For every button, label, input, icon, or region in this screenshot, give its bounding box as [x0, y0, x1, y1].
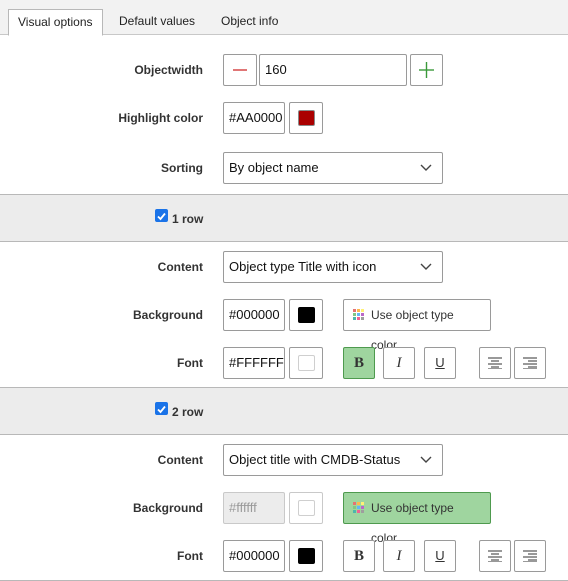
row-2-content-label: Content: [157, 453, 203, 467]
row-2-background-label: Background: [132, 501, 203, 515]
align-right-icon: [523, 550, 537, 563]
row-1-use-object-type-color-label: Use object type color: [371, 308, 454, 352]
row-2-content-value: Object title with CMDB-Status: [229, 452, 401, 467]
color-grid-icon: [353, 502, 364, 513]
row-2-align-right-button[interactable]: [514, 540, 546, 572]
row-1-font-swatch: [298, 355, 315, 371]
color-grid-icon: [353, 309, 364, 320]
row-2-font-swatch: [298, 548, 315, 564]
row-2-bold-button[interactable]: B: [343, 540, 375, 572]
row-1-content-label: Content: [157, 260, 203, 274]
row-1-background-input[interactable]: #000000: [223, 299, 285, 331]
row-2-underline-button[interactable]: U: [424, 540, 456, 572]
checkmark-icon: [157, 405, 166, 414]
row-2-font-color-picker[interactable]: [289, 540, 323, 572]
highlight-color-swatch: [298, 110, 315, 126]
row-1-checkbox[interactable]: [155, 209, 168, 222]
row-1-align-right-button[interactable]: [514, 347, 546, 379]
row-2-background-picker: [289, 492, 323, 524]
row-1-label: 1 row: [172, 212, 204, 226]
row-2-background-swatch: [298, 500, 315, 516]
checkmark-icon: [157, 212, 166, 221]
row-1-align-center-button[interactable]: [479, 347, 511, 379]
chevron-down-icon: [420, 263, 432, 270]
sorting-select[interactable]: By object name: [223, 152, 443, 184]
row-1-font-label: Font: [177, 356, 203, 370]
objectwidth-input[interactable]: 160: [259, 54, 407, 86]
objectwidth-label: Objectwidth: [134, 63, 203, 77]
row-2-font-input[interactable]: #000000: [223, 540, 285, 572]
align-center-icon: [488, 357, 502, 370]
tab-default-values[interactable]: Default values: [110, 9, 204, 35]
plus-icon: [419, 62, 434, 78]
row-1-font-input[interactable]: #FFFFFF: [223, 347, 285, 379]
highlight-color-input[interactable]: #AA0000: [223, 102, 285, 134]
row-1-background-label: Background: [132, 308, 203, 322]
tab-bar: Visual options Default values Object inf…: [0, 0, 568, 36]
row-2-align-center-button[interactable]: [479, 540, 511, 572]
row-2-checkbox[interactable]: [155, 402, 168, 415]
row-1-use-object-type-color-button[interactable]: Use object type color: [343, 299, 491, 352]
tab-visual-options[interactable]: Visual options: [8, 9, 103, 36]
row-2-use-object-type-color-button[interactable]: Use object type color: [343, 492, 491, 545]
sorting-label: Sorting: [161, 161, 203, 175]
highlight-color-picker[interactable]: [289, 102, 323, 134]
minus-icon: [233, 69, 247, 71]
row-1-bold-button[interactable]: B: [343, 347, 375, 379]
increase-width-button[interactable]: [410, 54, 443, 86]
row-1-content-select[interactable]: Object type Title with icon: [223, 251, 443, 283]
tab-object-info[interactable]: Object info: [212, 9, 287, 35]
highlight-color-label: Highlight color: [118, 111, 203, 125]
align-center-icon: [488, 550, 502, 563]
align-right-icon: [523, 357, 537, 370]
section-row-1: 1 row: [0, 194, 568, 242]
decrease-width-button[interactable]: [223, 54, 257, 86]
row-1-content-value: Object type Title with icon: [229, 259, 377, 274]
row-2-label: 2 row: [172, 405, 204, 419]
row-1-background-swatch: [298, 307, 315, 323]
section-row-2: 2 row: [0, 387, 568, 435]
chevron-down-icon: [420, 456, 432, 463]
row-2-font-label: Font: [177, 549, 203, 563]
row-1-underline-button[interactable]: U: [424, 347, 456, 379]
row-1-font-color-picker[interactable]: [289, 347, 323, 379]
row-2-use-object-type-color-label: Use object type color: [371, 501, 454, 545]
row-2-content-select[interactable]: Object title with CMDB-Status: [223, 444, 443, 476]
row-2-italic-button[interactable]: I: [383, 540, 415, 572]
row-1-background-picker[interactable]: [289, 299, 323, 331]
chevron-down-icon: [420, 164, 432, 171]
row-2-background-input: #ffffff: [223, 492, 285, 524]
sorting-value: By object name: [229, 160, 319, 175]
row-1-italic-button[interactable]: I: [383, 347, 415, 379]
